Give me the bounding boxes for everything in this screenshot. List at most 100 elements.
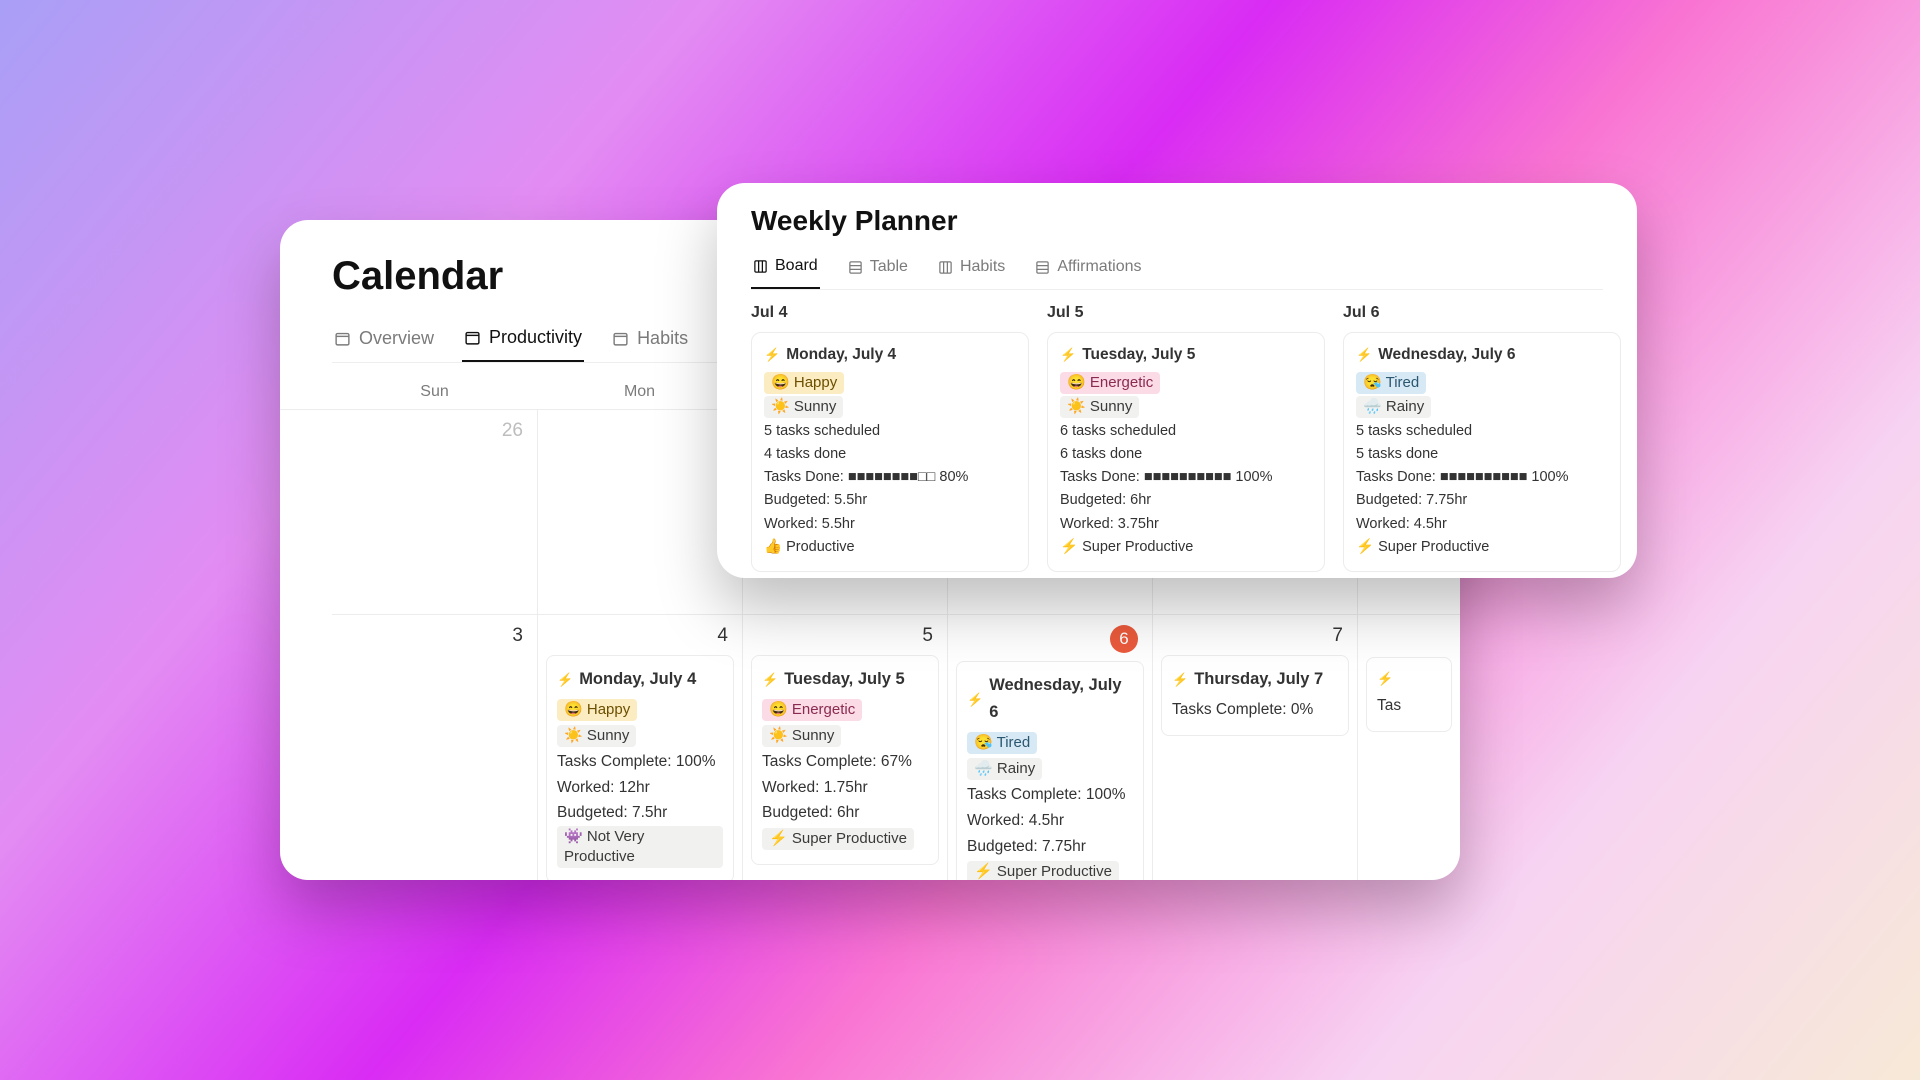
table-icon: [1035, 260, 1050, 275]
bolt-icon: ⚡: [762, 669, 778, 690]
card-title: Tuesday, July 5: [784, 666, 904, 693]
tab-label: Overview: [359, 328, 434, 349]
calendar-cell[interactable]: ⚡ Tas: [1357, 615, 1460, 880]
card-line: Worked: 4.5hr: [1356, 513, 1608, 536]
tab-label: Board: [775, 257, 818, 275]
productivity-emoji: ⚡: [1060, 539, 1078, 555]
date-label: 3: [340, 625, 529, 647]
card-line: Worked: 1.75hr: [762, 775, 928, 801]
tab-label: Affirmations: [1057, 258, 1141, 276]
tab-productivity[interactable]: Productivity: [462, 319, 584, 362]
card-line: Budgeted: 6hr: [1060, 489, 1312, 512]
planner-column: Jul 4 ⚡ Monday, July 4 😄 Happy ☀️ Sunny 5…: [751, 304, 1029, 578]
tab-label: Habits: [637, 328, 688, 349]
weather-chip: 🌧️ Rainy: [967, 758, 1042, 780]
productivity-emoji: ⚡: [1356, 539, 1374, 555]
calendar-icon: [464, 329, 481, 346]
card-line: 4 tasks done: [764, 443, 1016, 466]
bolt-icon: ⚡: [764, 345, 780, 366]
card-title: Monday, July 4: [786, 343, 896, 368]
calendar-cell[interactable]: 7 ⚡ Thursday, July 7 Tasks Complete: 0%: [1152, 615, 1357, 880]
productivity-chip: ⚡ Super Productive: [967, 861, 1119, 880]
card-title: Wednesday, July 6: [989, 672, 1133, 726]
mood-chip: 😄 Energetic: [762, 699, 862, 721]
planner-card[interactable]: ⚡Tuesday, July 5 😄 Energetic ☀️ Sunny 6 …: [1047, 332, 1325, 572]
card-line: Budgeted: 7.5hr: [557, 800, 723, 826]
productivity-chip: 👾 Not Very Productive: [557, 826, 723, 868]
bolt-icon: ⚡: [967, 689, 983, 710]
tab-affirmations[interactable]: Affirmations: [1033, 251, 1143, 289]
calendar-card[interactable]: ⚡ Tas: [1366, 657, 1452, 732]
column-heading: Jul 5: [1047, 304, 1325, 322]
tab-table[interactable]: Table: [846, 251, 910, 289]
weather-chip: ☀️ Sunny: [557, 725, 636, 747]
card-line: Tasks Complete: 100%: [967, 782, 1133, 808]
tab-habits[interactable]: Habits: [610, 319, 690, 362]
card-line: 5 tasks done: [1356, 443, 1608, 466]
planner-card[interactable]: ⚡ Monday, July 4 😄 Happy ☀️ Sunny 5 tasks…: [751, 332, 1029, 572]
planner-card[interactable]: ⚡Wednesday, July 6 😪 Tired 🌧️ Rainy 5 ta…: [1343, 332, 1621, 572]
date-label: 7: [1161, 625, 1349, 647]
calendar-cell[interactable]: 6 ⚡ Wednesday, July 6 😪 Tired 🌧️ Rainy Ta…: [947, 615, 1152, 880]
bolt-icon: ⚡: [1356, 345, 1372, 366]
planner-window: Weekly Planner Board Table Habits Affirm…: [717, 183, 1637, 578]
planner-board: Jul 4 ⚡ Monday, July 4 😄 Happy ☀️ Sunny 5…: [717, 290, 1637, 578]
card-line: 5 tasks scheduled: [764, 420, 1016, 443]
card-line: Tasks Complete: 100%: [557, 749, 723, 775]
calendar-icon: [612, 330, 629, 347]
card-line: Tasks Complete: 67%: [762, 749, 928, 775]
card-title: Monday, July 4: [579, 666, 696, 693]
planner-column: Jul 5 ⚡Tuesday, July 5 😄 Energetic ☀️ Su…: [1047, 304, 1325, 578]
tab-overview[interactable]: Overview: [332, 319, 436, 362]
mood-chip: 😪 Tired: [967, 732, 1037, 754]
date-label: 26: [340, 420, 529, 442]
card-line: Worked: 3.75hr: [1060, 513, 1312, 536]
card-line: Budgeted: 6hr: [762, 800, 928, 826]
board-icon: [753, 259, 768, 274]
planner-title: Weekly Planner: [751, 205, 1603, 237]
card-line: Tas: [1377, 693, 1441, 719]
calendar-cell[interactable]: [537, 410, 742, 615]
calendar-cell[interactable]: 26: [332, 410, 537, 615]
calendar-card[interactable]: ⚡ Thursday, July 7 Tasks Complete: 0%: [1161, 655, 1349, 736]
column-heading: Jul 6: [1343, 304, 1621, 322]
card-line: Worked: 5.5hr: [764, 513, 1016, 536]
tab-habits[interactable]: Habits: [936, 251, 1007, 289]
today-indicator: 6: [1110, 625, 1138, 653]
bolt-icon: ⚡: [1172, 669, 1188, 690]
mood-chip: 😄 Happy: [764, 372, 844, 394]
calendar-card[interactable]: ⚡ Wednesday, July 6 😪 Tired 🌧️ Rainy Task…: [956, 661, 1144, 880]
mood-chip: 😄 Energetic: [1060, 372, 1160, 394]
card-line: Tasks Done: ■■■■■■■■□□ 80%: [764, 466, 1016, 489]
column-heading: Jul 4: [751, 304, 1029, 322]
bolt-icon: ⚡: [1377, 668, 1393, 689]
tab-label: Productivity: [489, 327, 582, 348]
board-icon: [938, 260, 953, 275]
productivity-label: Productive: [786, 539, 855, 555]
mood-chip: 😪 Tired: [1356, 372, 1426, 394]
calendar-icon: [334, 330, 351, 347]
card-line: Tasks Done: ■■■■■■■■■■ 100%: [1356, 466, 1608, 489]
weather-chip: ☀️ Sunny: [764, 396, 843, 418]
weather-chip: ☀️ Sunny: [762, 725, 841, 747]
card-line: 6 tasks done: [1060, 443, 1312, 466]
table-icon: [848, 260, 863, 275]
tab-label: Habits: [960, 258, 1005, 276]
card-line: Budgeted: 7.75hr: [967, 834, 1133, 860]
card-line: Tasks Complete: 0%: [1172, 697, 1338, 723]
calendar-cell[interactable]: 5 ⚡ Tuesday, July 5 😄 Energetic ☀️ Sunny …: [742, 615, 947, 880]
card-line: Tasks Done: ■■■■■■■■■■ 100%: [1060, 466, 1312, 489]
productivity-label: Super Productive: [1378, 539, 1489, 555]
tab-label: Table: [870, 258, 908, 276]
calendar-card[interactable]: ⚡ Tuesday, July 5 😄 Energetic ☀️ Sunny Ta…: [751, 655, 939, 865]
card-line: Budgeted: 5.5hr: [764, 489, 1016, 512]
calendar-card[interactable]: ⚡Monday, July 4 😄 Happy ☀️ Sunny Tasks C…: [546, 655, 734, 880]
date-label: 5: [751, 625, 939, 647]
card-title: Thursday, July 7: [1194, 666, 1323, 693]
calendar-cell[interactable]: 4 ⚡Monday, July 4 😄 Happy ☀️ Sunny Tasks…: [537, 615, 742, 880]
weather-chip: ☀️ Sunny: [1060, 396, 1139, 418]
bolt-icon: ⚡: [1060, 345, 1076, 366]
calendar-cell[interactable]: 3: [332, 615, 537, 880]
tab-board[interactable]: Board: [751, 251, 820, 289]
planner-column: Jul 6 ⚡Wednesday, July 6 😪 Tired 🌧️ Rain…: [1343, 304, 1621, 578]
